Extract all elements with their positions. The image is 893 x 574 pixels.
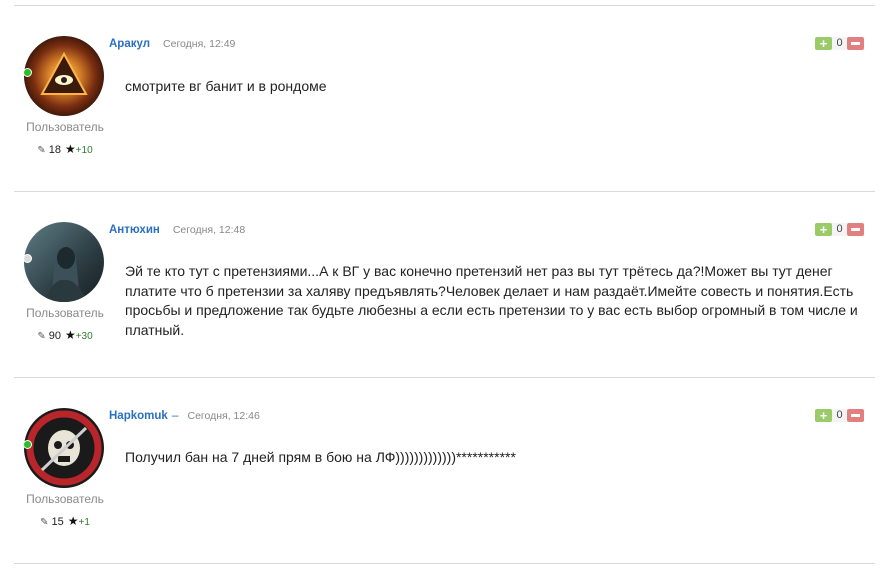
eye-pyramid-avatar-icon[interactable] — [24, 36, 104, 116]
vote-down-button[interactable] — [847, 408, 864, 422]
vote-widget: + 0 — [815, 408, 864, 422]
vote-down-button[interactable] — [847, 222, 864, 236]
author-link[interactable]: Антюхин — [109, 224, 160, 236]
comment-time[interactable]: Сегодня, 12:48 — [173, 224, 245, 236]
author-separator: – — [171, 408, 179, 422]
comment-3: Пользователь ✎ 15 ★+1 Hapkomuk – Сегодня, 12… — [14, 408, 875, 564]
vote-widget: + 0 — [815, 36, 864, 50]
comment-header: Hapkomuk – Сегодня, 12:46 — [109, 408, 260, 422]
comment-text: Эй те кто тут с претензиями...А к ВГ у в… — [125, 263, 858, 338]
vote-widget: + 0 — [815, 222, 864, 236]
vote-down-button[interactable] — [847, 36, 864, 50]
reputation: +30 — [75, 331, 93, 342]
user-stats: ✎ 15 ★+1 — [14, 514, 116, 528]
reputation: +1 — [78, 517, 90, 528]
reputation: +10 — [75, 145, 93, 156]
posts-icon: ✎ — [37, 145, 46, 156]
post-count: 15 — [51, 516, 64, 528]
comment-time[interactable]: Сегодня, 12:46 — [187, 410, 259, 422]
user-role: Пользователь — [26, 492, 104, 506]
vote-count: 0 — [832, 222, 847, 236]
user-stats: ✎ 18 ★+10 — [14, 142, 116, 156]
comment-2: Пользователь ✎ 90 ★+30 Антюхин Сегодня, 12:… — [14, 222, 875, 378]
vote-count: 0 — [832, 36, 847, 50]
posts-icon: ✎ — [37, 331, 46, 342]
comment-text: смотрите вг банит и в рондоме — [125, 78, 327, 94]
author-link[interactable]: Аракул — [109, 38, 150, 50]
comment-header: Антюхин Сегодня, 12:48 — [109, 222, 245, 236]
author-link[interactable]: Hapkomuk — [109, 410, 168, 422]
hooded-figure-avatar-icon[interactable] — [24, 222, 104, 302]
post-count: 90 — [48, 330, 61, 342]
offline-status-dot — [23, 254, 32, 263]
vote-up-button[interactable]: + — [815, 36, 832, 50]
top-divider — [14, 5, 875, 6]
skull-emblem-avatar-icon[interactable] — [24, 408, 104, 488]
star-icon: ★ — [64, 142, 76, 156]
star-icon: ★ — [67, 514, 79, 528]
comment-text: Получил бан на 7 дней прям в бою на ЛФ))… — [125, 449, 516, 465]
vote-up-button[interactable]: + — [815, 408, 832, 422]
star-icon: ★ — [64, 328, 76, 342]
online-status-dot — [23, 68, 32, 77]
user-stats: ✎ 90 ★+30 — [14, 328, 116, 342]
comment-time[interactable]: Сегодня, 12:49 — [163, 38, 235, 50]
user-role: Пользователь — [26, 120, 104, 134]
comment-1: Пользователь ✎ 18 ★+10 Аракул Сегодня, 12:4… — [14, 36, 875, 192]
post-count: 18 — [48, 144, 61, 156]
vote-up-button[interactable]: + — [815, 222, 832, 236]
comment-header: Аракул Сегодня, 12:49 — [109, 36, 235, 50]
online-status-dot — [23, 440, 32, 449]
user-role: Пользователь — [26, 306, 104, 320]
posts-icon: ✎ — [40, 517, 49, 528]
vote-count: 0 — [832, 408, 847, 422]
